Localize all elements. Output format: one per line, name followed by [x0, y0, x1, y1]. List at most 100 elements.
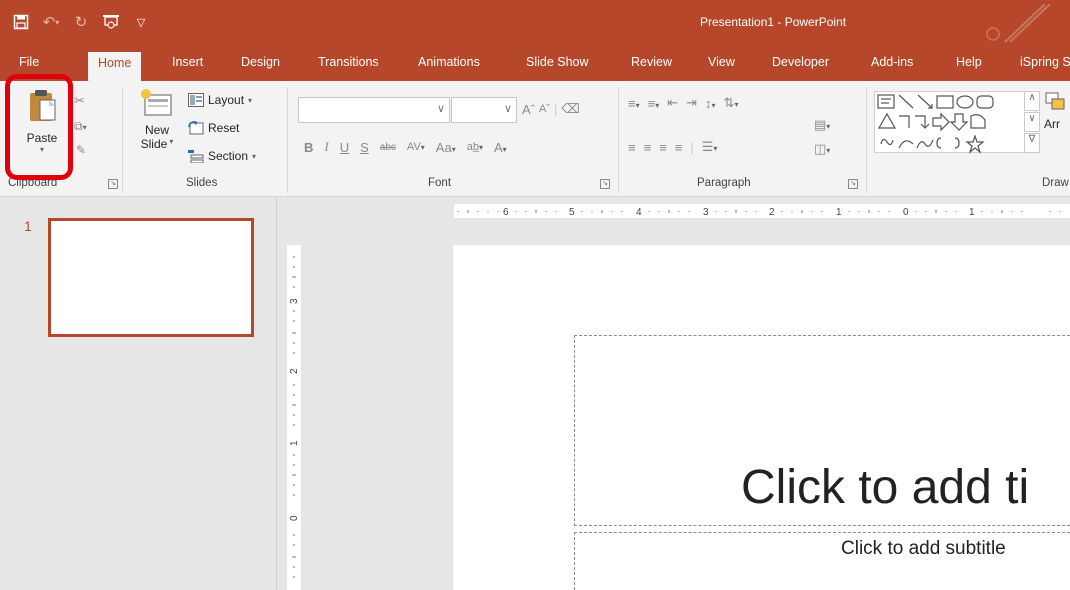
tab-view[interactable]: View	[708, 55, 735, 69]
ruler-number: 3	[703, 207, 709, 218]
ruler-number: 4	[636, 207, 642, 218]
font-color-label: A	[493, 139, 503, 155]
columns-icon[interactable]: ☰▾	[702, 139, 718, 155]
start-from-beginning-icon[interactable]	[98, 10, 124, 34]
paragraph-launcher-icon[interactable]: ↘	[848, 179, 858, 189]
group-divider	[866, 87, 867, 193]
italic-button[interactable]: I	[324, 139, 328, 155]
tab-review[interactable]: Review	[631, 55, 672, 69]
highlight-color-icon[interactable]: ab̲▾	[467, 141, 483, 153]
format-painter-icon[interactable]: ✎	[76, 143, 86, 157]
new-slide-icon	[141, 89, 172, 116]
group-divider	[122, 87, 123, 193]
drawing-group-label: Draw	[1042, 177, 1069, 189]
shapes-scroll-up-icon[interactable]: ∧	[1024, 91, 1040, 111]
ruler-number: 1	[969, 207, 975, 218]
strikethrough-button[interactable]: abc	[380, 142, 396, 153]
copy-icon[interactable]: ⧉▾	[74, 119, 87, 134]
ruler-number: 2	[769, 207, 775, 218]
section-button[interactable]: Section ▾	[188, 149, 256, 163]
font-color-button[interactable]: A▾	[494, 140, 507, 155]
font-size-buttons: Aˆ Aˇ | ⌫	[522, 101, 580, 117]
pen-decoration-icon	[986, 4, 1051, 43]
increase-indent-icon[interactable]: ⇥	[686, 95, 697, 111]
tab-help[interactable]: Help	[956, 55, 982, 69]
tab-slide-show[interactable]: Slide Show	[526, 55, 589, 69]
redo-icon[interactable]: ↻	[68, 10, 94, 34]
numbering-icon[interactable]: ≡▾	[648, 96, 660, 111]
section-label: Section	[208, 149, 249, 163]
slides-group-label: Slides	[186, 177, 218, 189]
align-center-icon[interactable]: ≡	[644, 140, 652, 155]
bold-button[interactable]: B	[304, 140, 313, 155]
change-case-button[interactable]: Aa▾	[436, 140, 456, 155]
decrease-indent-icon[interactable]: ⇤	[667, 95, 678, 111]
align-left-icon[interactable]: ≡	[628, 140, 636, 155]
decrease-font-size-icon[interactable]: Aˇ	[539, 103, 550, 115]
tab-design[interactable]: Design	[241, 55, 280, 69]
tab-insert[interactable]: Insert	[172, 55, 203, 69]
customize-qat-icon[interactable]: ▽	[128, 10, 154, 34]
shapes-gallery[interactable]	[874, 91, 1036, 154]
group-divider	[287, 87, 288, 193]
cut-icon[interactable]: ✂	[74, 93, 85, 109]
chevron-down-icon: ∨	[503, 103, 512, 115]
undo-icon[interactable]: ↶ ▾	[38, 10, 64, 34]
shadow-button[interactable]: S	[360, 140, 369, 155]
horizontal-ruler[interactable]: 6 5 4 3 2 1 0 1	[454, 204, 1070, 218]
new-slide-label-1: New	[144, 123, 169, 137]
tab-add-ins[interactable]: Add-ins	[871, 55, 913, 69]
align-text-icon[interactable]: ▤▾	[814, 117, 830, 133]
reset-button[interactable]: Reset	[188, 121, 239, 135]
font-size-combo[interactable]: ∨	[451, 97, 517, 123]
layout-label: Layout	[208, 93, 245, 107]
slide-thumbnail[interactable]	[48, 218, 254, 337]
align-right-icon[interactable]: ≡	[659, 140, 667, 155]
ruler-number: 1	[836, 207, 842, 218]
vertical-ruler[interactable]: 3 2 1 0	[287, 245, 301, 590]
tab-home[interactable]: Home	[88, 52, 142, 82]
justify-icon[interactable]: ≡	[675, 140, 683, 155]
save-icon[interactable]	[8, 10, 34, 34]
paste-highlight-box	[5, 74, 73, 180]
paragraph-row-2: ≡ ≡ ≡ ≡ | ☰▾	[628, 139, 718, 155]
ruler-number: 5	[569, 207, 575, 218]
smartart-icon[interactable]: ◫▾	[814, 141, 830, 157]
increase-font-size-icon[interactable]: Aˆ	[522, 102, 535, 117]
window-title: Presentation1 - PowerPoint	[700, 15, 847, 29]
character-spacing-icon[interactable]: AV▾	[407, 141, 425, 153]
ruler-number: 0	[903, 207, 909, 218]
ruler-number: 1	[289, 440, 300, 446]
underline-button[interactable]: U	[340, 140, 349, 155]
subtitle-placeholder-text: Click to add subtitle	[841, 538, 1006, 559]
line-spacing-icon[interactable]: ↕▾	[705, 96, 716, 111]
text-direction-icon[interactable]: ⇅▾	[724, 95, 739, 111]
font-name-combo[interactable]: ∨	[298, 97, 450, 123]
new-slide-button[interactable]: New Slide ▾	[134, 87, 180, 151]
section-icon	[188, 150, 204, 163]
arrange-button[interactable]: Arr	[1044, 91, 1066, 131]
ribbon: Paste ▾ ✂ ⧉▾ ✎ Clipboard ↘ New Slide ▾ La…	[0, 81, 1070, 197]
tab-transitions[interactable]: Transitions	[318, 55, 379, 69]
font-launcher-icon[interactable]: ↘	[600, 179, 610, 189]
ruler-number: 0	[289, 515, 300, 521]
layout-button[interactable]: Layout ▾	[188, 93, 252, 107]
tab-file[interactable]: File	[19, 55, 39, 69]
subtitle-placeholder[interactable]: Click to add subtitle	[574, 532, 1070, 590]
title-placeholder[interactable]: Click to add ti	[574, 335, 1070, 526]
clear-formatting-icon[interactable]: ⌫	[561, 101, 579, 117]
group-divider	[618, 87, 619, 193]
paragraph-group-label: Paragraph	[697, 177, 751, 189]
ruler-number: 2	[289, 368, 300, 374]
tab-developer[interactable]: Developer	[772, 55, 829, 69]
chevron-down-icon: ∨	[436, 103, 445, 115]
arrange-label: Arr	[1044, 117, 1060, 131]
bullets-icon[interactable]: ≡▾	[628, 96, 640, 111]
tab-ispring[interactable]: iSpring S	[1020, 55, 1070, 69]
reset-icon	[188, 121, 204, 135]
clipboard-launcher-icon[interactable]: ↘	[108, 179, 118, 189]
shapes-more-icon[interactable]: ∇	[1024, 133, 1040, 153]
shapes-scroll-down-icon[interactable]: ∨	[1024, 112, 1040, 132]
tab-animations[interactable]: Animations	[418, 55, 480, 69]
arrange-icon	[1045, 92, 1065, 110]
